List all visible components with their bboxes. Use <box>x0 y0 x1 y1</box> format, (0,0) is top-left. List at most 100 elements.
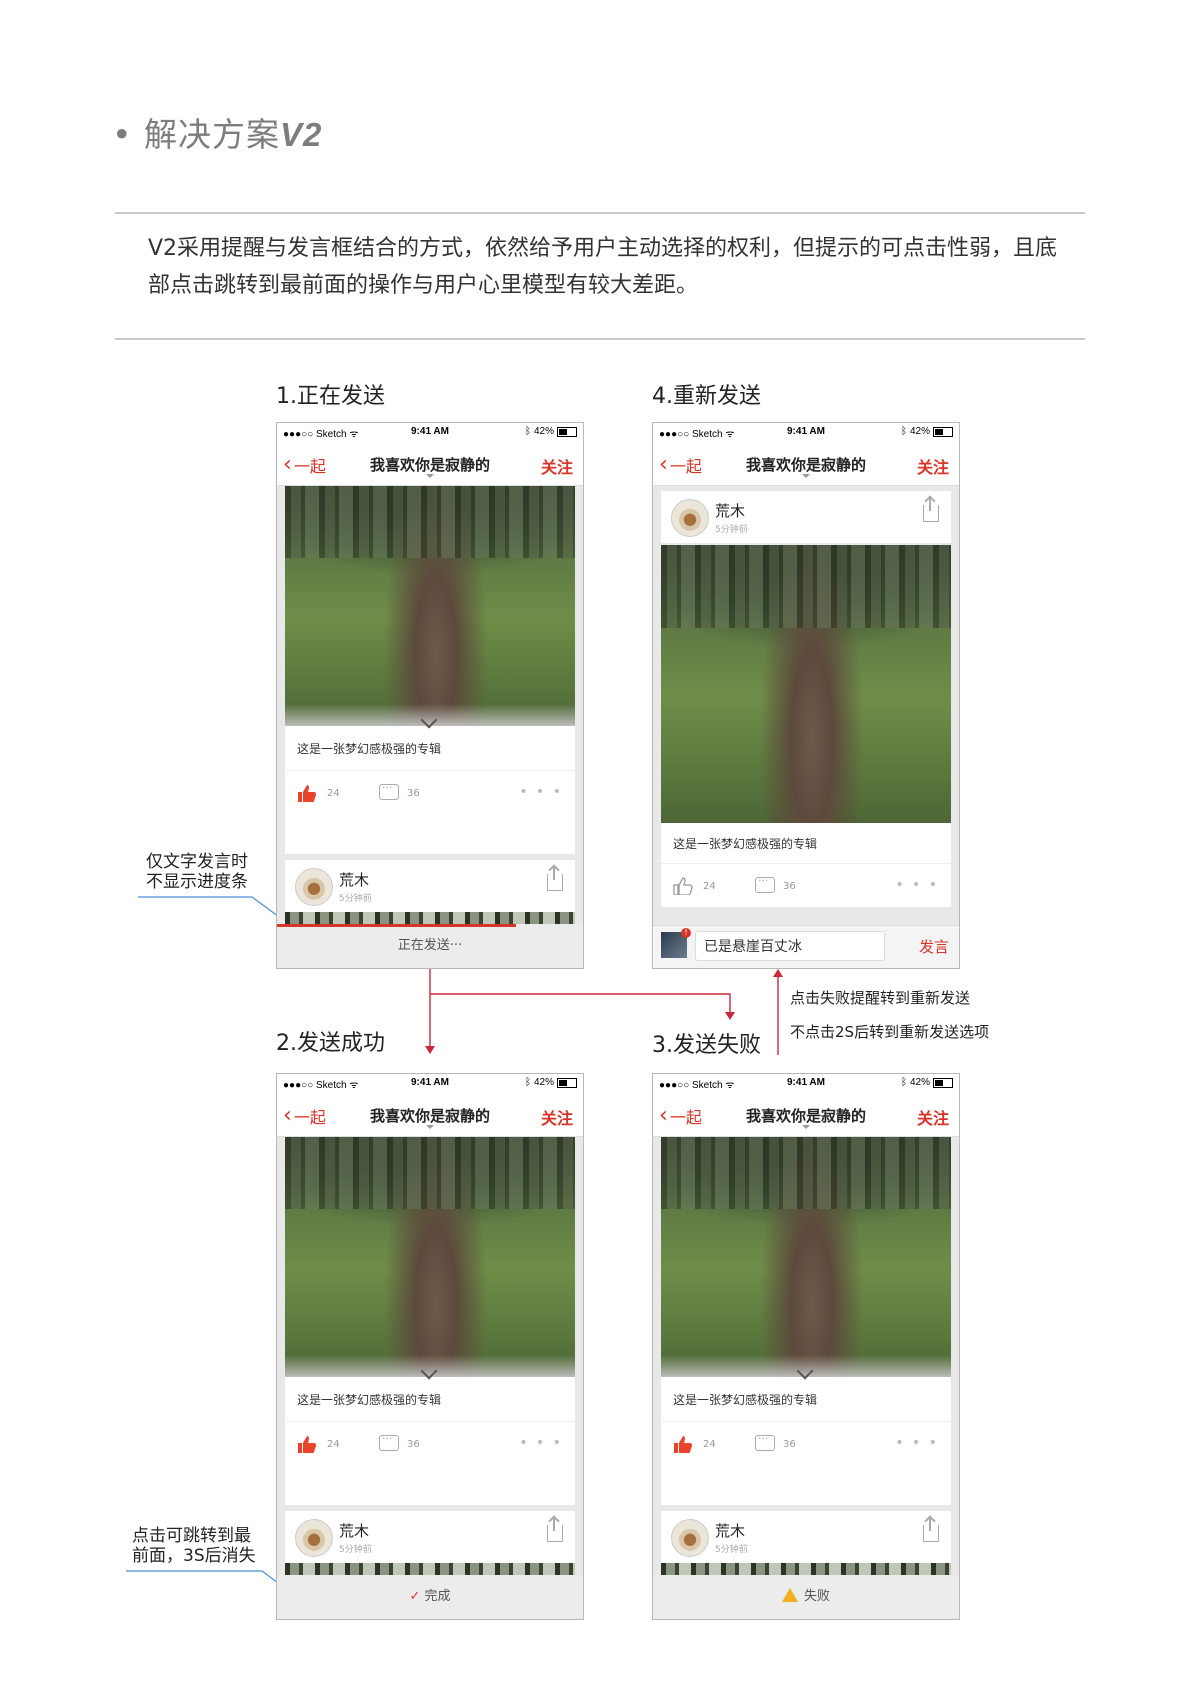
like-count: 24 <box>703 881 716 892</box>
battery: ᛒ 42% <box>525 1077 577 1088</box>
avatar[interactable] <box>671 499 709 537</box>
user-name: 荒木 <box>715 1522 746 1540</box>
bluetooth-icon: ᛒ <box>524 426 531 437</box>
like-icon[interactable] <box>297 784 317 802</box>
comment-count: 36 <box>783 1439 796 1450</box>
status-bar: ●●●○○ Sketch ᯤ 9:41 AM ᛒ 42% <box>653 1074 959 1092</box>
share-icon[interactable] <box>923 497 939 522</box>
phone-resend: ●●●○○ Sketch ᯤ 9:41 AM ᛒ 42% ‹ 一起 我喜欢你是寂静的… <box>652 422 960 969</box>
battery-icon <box>933 1077 953 1088</box>
warning-icon <box>781 1587 798 1602</box>
note-leader-2 <box>126 1570 299 1599</box>
post-photo[interactable] <box>661 545 951 823</box>
post-photo[interactable] <box>285 486 575 726</box>
post-card: 这是一张梦幻感极强的专辑 24 36 • • • <box>285 711 575 854</box>
more-icon[interactable]: • • • <box>519 784 563 800</box>
like-count: 24 <box>327 1439 340 1450</box>
follow-button[interactable]: 关注 <box>541 454 573 478</box>
arrowhead <box>725 1012 735 1020</box>
progress-bar <box>277 924 516 927</box>
nav-title[interactable]: 我喜欢你是寂静的 <box>653 454 959 475</box>
battery: ᛒ 42% <box>525 426 577 437</box>
post-card: 这是一张梦幻感极强的专辑 24 36 • • • <box>661 823 951 907</box>
follow-button[interactable]: 关注 <box>917 1105 949 1129</box>
comment-icon[interactable] <box>755 1432 775 1451</box>
nav-title[interactable]: 我喜欢你是寂静的 <box>277 1105 583 1126</box>
sending-label: 正在发送··· <box>397 938 463 953</box>
card-divider <box>661 1421 951 1422</box>
battery-icon <box>933 426 953 437</box>
done-label: 完成 <box>424 1589 451 1604</box>
phone-fail: ●●●○○ Sketch ᯤ 9:41 AM ᛒ 42% ‹ 一起 我喜欢你是寂静的… <box>652 1073 960 1620</box>
like-icon[interactable] <box>673 1435 693 1453</box>
post-caption: 这是一张梦幻感极强的专辑 <box>297 1393 442 1407</box>
comment-icon[interactable] <box>755 874 775 893</box>
caret-down-icon <box>426 1125 434 1129</box>
card-divider <box>285 1421 575 1422</box>
avatar[interactable] <box>295 868 333 906</box>
fail-bar[interactable]: 失败 <box>653 1575 959 1619</box>
card-divider <box>285 770 575 771</box>
share-icon[interactable] <box>923 1517 939 1542</box>
post-caption: 这是一张梦幻感极强的专辑 <box>297 742 442 756</box>
arrow-to-fail <box>430 993 731 1014</box>
battery-icon <box>557 1077 577 1088</box>
battery-level: 42% <box>533 1077 554 1088</box>
nav-title[interactable]: 我喜欢你是寂静的 <box>653 1105 959 1126</box>
card-divider <box>661 863 951 864</box>
post-caption: 这是一张梦幻感极强的专辑 <box>673 1393 818 1407</box>
comment-icon[interactable] <box>379 1432 399 1451</box>
flow-connectors <box>126 896 783 1599</box>
error-badge-icon[interactable]: ! <box>681 928 691 938</box>
sending-bar[interactable]: 正在发送··· <box>277 924 583 968</box>
user-name: 荒木 <box>339 1522 370 1540</box>
battery-icon <box>557 426 577 437</box>
arrowhead <box>773 969 783 977</box>
more-icon[interactable]: • • • <box>895 877 939 893</box>
comment-icon[interactable] <box>379 781 399 800</box>
like-count: 24 <box>703 1439 716 1450</box>
like-count: 24 <box>327 788 340 799</box>
like-icon[interactable] <box>673 877 693 895</box>
nav-title[interactable]: 我喜欢你是寂静的 <box>277 454 583 475</box>
phone-success: ●●●○○ Sketch ᯤ 9:41 AM ᛒ 42% ‹ 一起 我喜欢你是寂静的… <box>276 1073 584 1620</box>
comment-input[interactable]: 已是悬崖百丈冰 <box>695 931 885 961</box>
caret-down-icon <box>426 474 434 478</box>
follow-button[interactable]: 关注 <box>917 454 949 478</box>
user-row: 荒木 5分钟前 <box>285 1511 575 1563</box>
nav-bar: ‹ 一起 我喜欢你是寂静的 关注 <box>653 1092 959 1137</box>
status-bar: ●●●○○ Sketch ᯤ 9:41 AM ᛒ 42% <box>653 423 959 441</box>
send-button[interactable]: 发言 <box>919 936 949 957</box>
post-time: 5分钟前 <box>339 1545 372 1555</box>
battery-level: 42% <box>909 426 930 437</box>
battery-level: 42% <box>533 426 554 437</box>
post-actions: 24 36 • • • <box>673 1432 939 1455</box>
user-row: 荒木 5分钟前 <box>661 1511 951 1563</box>
battery: ᛒ 42% <box>901 1077 953 1088</box>
success-bar[interactable]: ✓ 完成 <box>277 1575 583 1619</box>
arrowhead <box>425 1046 435 1054</box>
bluetooth-icon: ᛒ <box>900 1077 907 1088</box>
battery: ᛒ 42% <box>901 426 953 437</box>
more-icon[interactable]: • • • <box>895 1435 939 1451</box>
follow-button[interactable]: 关注 <box>541 1105 573 1129</box>
status-bar: ●●●○○ Sketch ᯤ 9:41 AM ᛒ 42% <box>277 1074 583 1092</box>
like-icon[interactable] <box>297 1435 317 1453</box>
share-icon[interactable] <box>547 866 563 891</box>
post-actions: 24 36 • • • <box>297 1432 563 1455</box>
caret-down-icon <box>802 1125 810 1129</box>
post-caption: 这是一张梦幻感极强的专辑 <box>673 837 818 851</box>
post-photo[interactable] <box>285 1137 575 1377</box>
user-name: 荒木 <box>339 871 370 889</box>
comment-input-bar: ! 已是悬崖百丈冰 发言 <box>653 925 959 968</box>
bluetooth-icon: ᛒ <box>900 426 907 437</box>
more-icon[interactable]: • • • <box>519 1435 563 1451</box>
avatar[interactable] <box>295 1519 333 1557</box>
post-actions: 24 36 • • • <box>297 781 563 804</box>
post-card: 这是一张梦幻感极强的专辑 24 36 • • • <box>661 1362 951 1505</box>
post-photo[interactable] <box>661 1137 951 1377</box>
bluetooth-icon: ᛒ <box>524 1077 531 1088</box>
fail-label: 失败 <box>803 1589 830 1604</box>
share-icon[interactable] <box>547 1517 563 1542</box>
avatar[interactable] <box>671 1519 709 1557</box>
